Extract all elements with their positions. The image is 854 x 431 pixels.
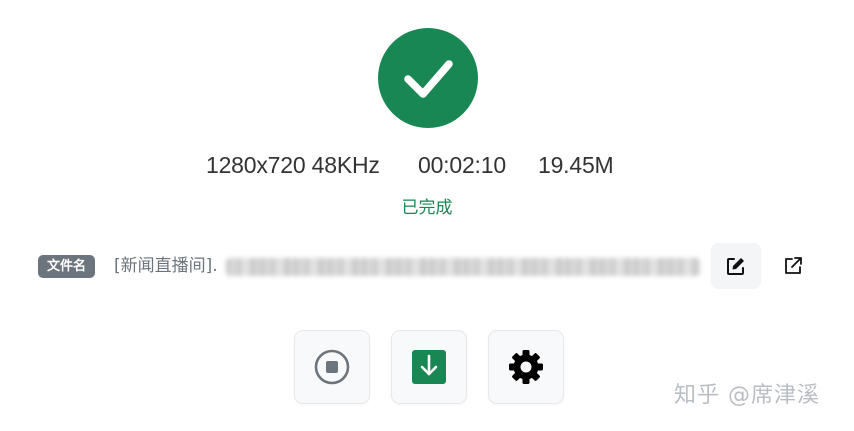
external-link-icon bbox=[785, 257, 802, 274]
success-status bbox=[378, 28, 478, 128]
open-external-button[interactable] bbox=[769, 243, 817, 289]
filename-text: [新闻直播间]. bbox=[114, 256, 218, 276]
edit-filename-button[interactable] bbox=[711, 243, 761, 289]
file-size: 19.45M bbox=[538, 152, 614, 178]
stop-circle-icon bbox=[314, 349, 350, 385]
edit-icon bbox=[727, 258, 744, 275]
filename-redacted bbox=[226, 258, 700, 276]
checkmark-icon bbox=[404, 60, 453, 98]
duration: 00:02:10 bbox=[418, 152, 506, 178]
watermark: 知乎 @席津溪 bbox=[674, 383, 820, 408]
media-info: 1280x720 48KHz 00:02:10 19.45M bbox=[0, 147, 854, 183]
resolution-audio: 1280x720 48KHz bbox=[206, 152, 380, 178]
completion-status: 已完成 bbox=[401, 198, 453, 218]
filename-badge: 文件名 bbox=[38, 255, 96, 278]
recording-panel: 1280x720 48KHz 00:02:10 19.45M 已完成 文件名 [… bbox=[0, 0, 854, 431]
download-button[interactable] bbox=[391, 330, 467, 404]
settings-button[interactable] bbox=[488, 330, 564, 404]
stop-button[interactable] bbox=[294, 330, 370, 404]
gear-icon bbox=[509, 350, 543, 384]
download-icon bbox=[412, 350, 446, 384]
